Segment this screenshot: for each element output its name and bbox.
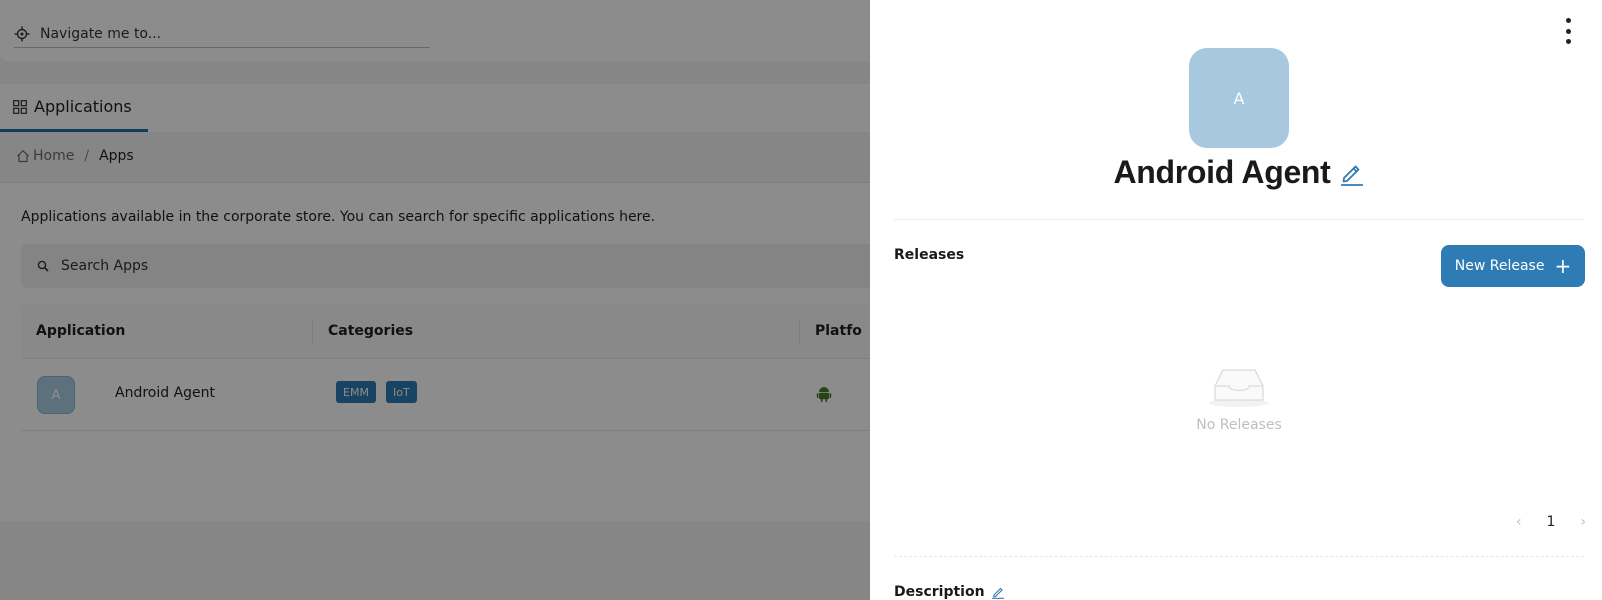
page-number[interactable]: 1 [1547,514,1556,530]
pagination: ‹ 1 › [1516,512,1586,532]
app-details-drawer: A Android Agent Releases New Release + N… [870,0,1602,600]
edit-icon[interactable] [1337,159,1365,187]
new-release-button[interactable]: New Release + [1441,245,1585,287]
new-release-label: New Release [1454,258,1545,274]
chevron-right-icon[interactable]: › [1580,514,1586,530]
edit-description-icon[interactable] [991,585,1005,599]
releases-heading: Releases [894,247,965,263]
app-title-row: Android Agent [870,154,1602,191]
plus-icon: + [1554,254,1572,278]
divider [894,219,1584,220]
empty-state-text: No Releases [1196,417,1282,433]
app-avatar-large: A [1189,48,1289,148]
more-options-icon[interactable] [1560,16,1576,46]
description-heading: Description [894,584,1005,600]
chevron-left-icon[interactable]: ‹ [1516,514,1522,530]
app-title: Android Agent [1113,154,1331,190]
empty-inbox-icon [1209,369,1269,407]
description-label: Description [894,584,985,600]
divider [894,556,1584,557]
